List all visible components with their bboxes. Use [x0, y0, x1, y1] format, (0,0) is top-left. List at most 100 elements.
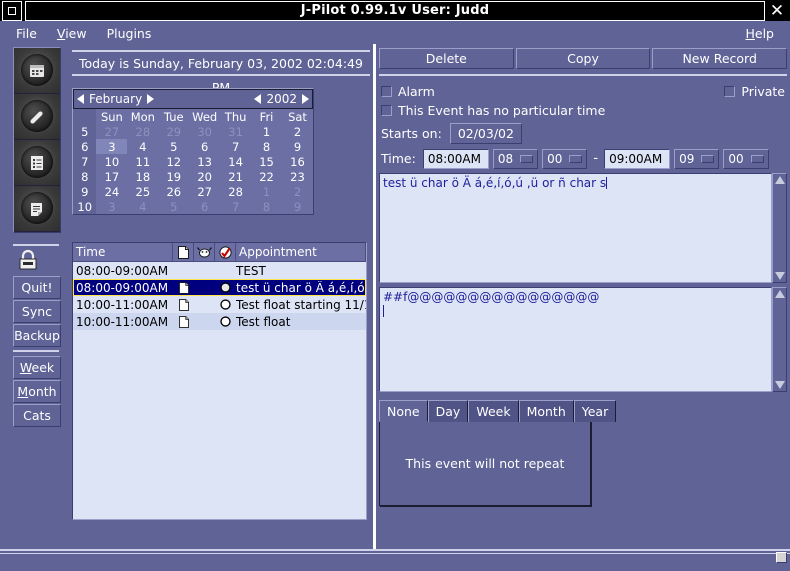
tab-week[interactable]: Week [468, 400, 519, 422]
backup-button[interactable]: Backup [13, 324, 61, 347]
copy-button[interactable]: Copy [515, 48, 651, 69]
note-scrollbar[interactable] [772, 287, 787, 392]
column-header-alarm-icon[interactable] [194, 243, 215, 262]
delete-button[interactable]: Delete [379, 48, 514, 69]
calendar-day[interactable]: 24 [96, 184, 128, 199]
tab-none[interactable]: None [379, 400, 428, 422]
calendar-day[interactable]: 8 [251, 139, 282, 154]
todo-icon[interactable] [14, 140, 60, 186]
address-icon[interactable] [14, 94, 60, 140]
calendar-day[interactable]: 2 [281, 124, 313, 139]
start-hour-dropdown[interactable]: 08 [492, 148, 539, 169]
quit-button[interactable]: Quit! [13, 276, 61, 299]
row-note-icon[interactable] [173, 298, 194, 311]
resize-grip[interactable] [776, 552, 787, 563]
window-menu-icon[interactable] [2, 0, 22, 21]
calendar-day[interactable]: 1 [251, 184, 282, 199]
tab-month[interactable]: Month [518, 400, 574, 422]
prev-year-icon[interactable] [254, 94, 262, 104]
month-view-button[interactable]: Month [13, 380, 61, 403]
calendar-day[interactable]: 1 [251, 124, 282, 139]
calendar-day[interactable]: 11 [127, 154, 159, 169]
menu-item-plugins[interactable]: Plugins [97, 24, 162, 43]
table-row[interactable]: 08:00-09:00AM TEST [73, 262, 366, 279]
row-note-icon[interactable] [173, 315, 194, 328]
calendar-day[interactable]: 28 [220, 184, 252, 199]
calendar-day[interactable]: 25 [127, 184, 159, 199]
calendar-day[interactable]: 3 [96, 199, 128, 214]
sync-button[interactable]: Sync [13, 300, 61, 323]
note-textarea[interactable]: ##f@@@@@@@@@@@@@@@@ [379, 287, 772, 392]
start-time-input[interactable]: 08:00AM [422, 148, 489, 169]
datebook-icon[interactable] [14, 48, 60, 94]
calendar-day[interactable]: 14 [220, 154, 252, 169]
alarm-checkbox[interactable] [381, 86, 392, 97]
calendar-day-selected[interactable]: 3 [96, 139, 128, 154]
calendar-day[interactable]: 9 [281, 139, 313, 154]
calendar-day[interactable]: 12 [158, 154, 190, 169]
cats-button[interactable]: Cats [13, 404, 61, 427]
calendar-day[interactable]: 6 [189, 199, 221, 214]
calendar-day[interactable]: 28 [127, 124, 159, 139]
calendar-day[interactable]: 5 [158, 139, 190, 154]
lock-icon[interactable] [17, 249, 39, 276]
calendar-day[interactable]: 6 [189, 139, 221, 154]
scroll-up-icon[interactable] [774, 290, 785, 298]
pane-divider[interactable] [371, 44, 380, 571]
column-header-note-icon[interactable] [173, 243, 194, 262]
description-textarea[interactable]: test ü char ö Ä á,é,í,ó,ú ,ü or ñ char s [379, 173, 772, 283]
no-particular-time-checkbox[interactable] [381, 105, 392, 116]
calendar-day[interactable]: 20 [189, 169, 221, 184]
calendar-day[interactable]: 29 [158, 124, 190, 139]
new-record-button[interactable]: New Record [652, 48, 788, 69]
menu-item-help[interactable]: Help [735, 24, 784, 43]
calendar-day[interactable]: 30 [189, 124, 221, 139]
calendar-day[interactable]: 2 [281, 184, 313, 199]
scroll-down-icon[interactable] [774, 272, 785, 280]
table-row[interactable]: 08:00-09:00AM test ü char ö Ä á,é,í,ó,ú [73, 279, 366, 296]
end-time-input[interactable]: 09:00AM [604, 148, 671, 169]
calendar-day[interactable]: 7 [220, 139, 252, 154]
menu-item-view[interactable]: View [47, 24, 97, 43]
next-month-icon[interactable] [147, 94, 155, 104]
memo-icon[interactable] [14, 186, 60, 232]
calendar-day[interactable]: 22 [251, 169, 282, 184]
scroll-down-icon[interactable] [774, 381, 785, 389]
calendar-day[interactable]: 4 [127, 199, 159, 214]
end-hour-dropdown[interactable]: 09 [674, 148, 720, 169]
calendar-day[interactable]: 15 [251, 154, 282, 169]
end-minute-dropdown[interactable]: 00 [723, 148, 769, 169]
calendar-day[interactable]: 16 [281, 154, 313, 169]
description-scrollbar[interactable] [772, 173, 787, 283]
appointment-list[interactable]: Time Appointment 08:00-09:00AM TEST 08:00-… [72, 242, 367, 520]
private-checkbox[interactable] [724, 86, 736, 97]
calendar-day[interactable]: 26 [158, 184, 190, 199]
calendar-day[interactable]: 27 [189, 184, 221, 199]
start-minute-dropdown[interactable]: 00 [542, 148, 588, 169]
calendar-day[interactable]: 18 [127, 169, 159, 184]
calendar-day[interactable]: 10 [96, 154, 128, 169]
calendar-day[interactable]: 4 [127, 139, 159, 154]
calendar-day[interactable]: 7 [220, 199, 252, 214]
starts-on-date-button[interactable]: 02/03/02 [449, 123, 522, 144]
calendar-day[interactable]: 17 [96, 169, 128, 184]
column-header-appointment[interactable]: Appointment [236, 243, 366, 262]
calendar-day[interactable]: 21 [220, 169, 252, 184]
row-alarm-icon[interactable] [215, 299, 236, 310]
calendar-day[interactable]: 9 [281, 199, 313, 214]
table-row[interactable]: 10:00-11:00AM Test float starting 11/1/0 [73, 296, 366, 313]
scroll-up-icon[interactable] [774, 176, 785, 184]
calendar-day[interactable]: 5 [158, 199, 190, 214]
calendar-day[interactable]: 27 [96, 124, 128, 139]
column-header-checkmark-icon[interactable] [215, 243, 236, 262]
tab-day[interactable]: Day [427, 400, 469, 422]
column-header-time[interactable]: Time [73, 243, 173, 262]
calendar-day[interactable]: 13 [189, 154, 221, 169]
calendar-day[interactable]: 19 [158, 169, 190, 184]
menu-item-file[interactable]: File [6, 24, 47, 43]
tab-year[interactable]: Year [573, 400, 617, 422]
calendar-day[interactable]: 23 [281, 169, 313, 184]
close-icon[interactable]: ✕ [766, 1, 788, 21]
week-view-button[interactable]: Week [13, 356, 61, 379]
calendar-day[interactable]: 8 [251, 199, 282, 214]
